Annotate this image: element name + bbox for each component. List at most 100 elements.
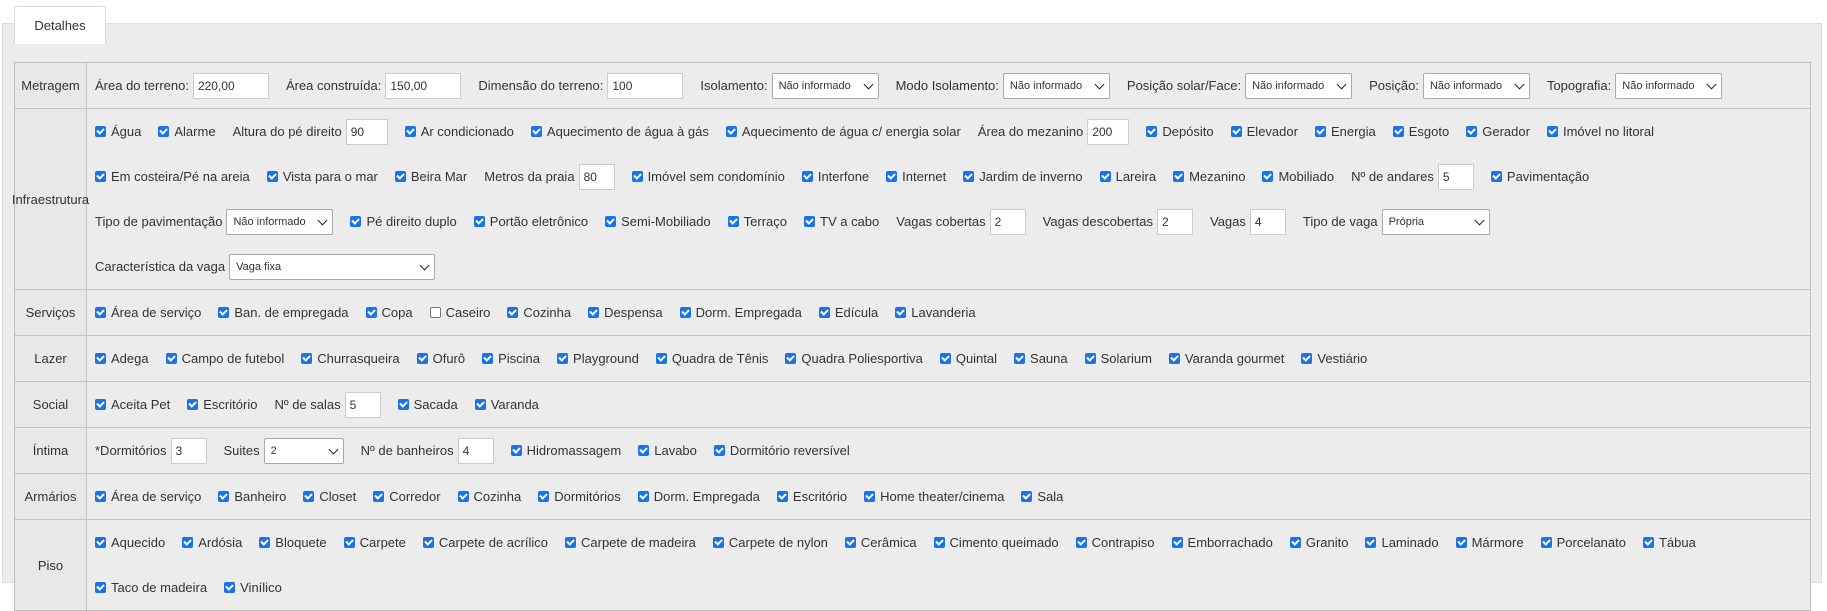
dimensao-do-terreno-input[interactable]: 100 bbox=[607, 72, 684, 99]
checkbox-laminado[interactable] bbox=[1365, 537, 1377, 548]
checkbox-quadra-poliesportiva[interactable] bbox=[785, 353, 797, 364]
checkbox-taco-de-madeira[interactable] bbox=[95, 582, 106, 593]
checkbox-emborrachado[interactable] bbox=[1171, 537, 1183, 548]
checkbox-cozinha[interactable] bbox=[507, 307, 519, 318]
checkbox-em-costeira-pe-na-areia[interactable] bbox=[95, 171, 106, 182]
checkbox-carpete-de-madeira[interactable] bbox=[565, 537, 576, 548]
modo-isolamento-select[interactable]: Não informado bbox=[1002, 72, 1110, 99]
posicao-select[interactable]: Não informado bbox=[1422, 72, 1530, 99]
checkbox-aquecimento-de-agua-a-gas[interactable] bbox=[530, 126, 542, 137]
n-de-salas-input[interactable]: 5 bbox=[344, 391, 381, 418]
checkbox-lavanderia[interactable] bbox=[895, 307, 907, 318]
checkbox-churrasqueira[interactable] bbox=[301, 353, 313, 364]
checkbox-ardosia[interactable] bbox=[182, 537, 194, 548]
altura-do-pe-direito-input[interactable]: 90 bbox=[345, 118, 388, 145]
checkbox-granito[interactable] bbox=[1289, 537, 1301, 548]
checkbox-aquecimento-de-agua-c-energia-solar[interactable] bbox=[725, 126, 737, 137]
checkbox-quadra-de-tenis[interactable] bbox=[655, 353, 667, 364]
checkbox-lavabo[interactable] bbox=[638, 445, 650, 456]
vagas-input[interactable]: 4 bbox=[1249, 208, 1286, 235]
checkbox-banheiro[interactable] bbox=[218, 491, 230, 502]
checkbox-alarme[interactable] bbox=[158, 126, 170, 137]
checkbox-escritorio[interactable] bbox=[187, 399, 199, 410]
checkbox-varanda[interactable] bbox=[474, 399, 486, 410]
checkbox-quintal[interactable] bbox=[939, 353, 951, 364]
tipo-de-pavimentacao-select[interactable]: Não informado bbox=[226, 208, 334, 235]
checkbox-carpete[interactable] bbox=[343, 537, 355, 548]
area-do-mezanino-input[interactable]: 200 bbox=[1087, 118, 1130, 145]
checkbox-tabua[interactable] bbox=[1642, 537, 1654, 548]
checkbox-despensa[interactable] bbox=[588, 307, 600, 318]
posicao-solar-face-select[interactable]: Não informado bbox=[1245, 72, 1353, 99]
checkbox-dorm-empregada[interactable] bbox=[637, 491, 649, 502]
checkbox-tv-a-cabo[interactable] bbox=[804, 216, 816, 227]
checkbox-mezanino[interactable] bbox=[1173, 171, 1185, 182]
checkbox-deposito[interactable] bbox=[1146, 126, 1158, 137]
checkbox-sala[interactable] bbox=[1021, 491, 1033, 502]
checkbox-marmore[interactable] bbox=[1455, 537, 1467, 548]
tipo-de-vaga-select[interactable]: Própria bbox=[1381, 208, 1490, 235]
vagas-descobertas-input[interactable]: 2 bbox=[1157, 208, 1193, 235]
suites-select[interactable]: 2 bbox=[263, 437, 344, 464]
area-do-terreno-input[interactable]: 220,00 bbox=[192, 72, 269, 99]
checkbox-edicula[interactable] bbox=[818, 307, 830, 318]
checkbox-vinilico[interactable] bbox=[224, 582, 236, 593]
dormitorios-input[interactable]: 3 bbox=[170, 437, 207, 464]
checkbox-campo-de-futebol[interactable] bbox=[165, 353, 177, 364]
checkbox-aceita-pet[interactable] bbox=[95, 399, 106, 410]
checkbox-dormitorios[interactable] bbox=[538, 491, 550, 502]
checkbox-solarium[interactable] bbox=[1084, 353, 1096, 364]
checkbox-vista-para-o-mar[interactable] bbox=[266, 171, 278, 182]
vagas-cobertas-input[interactable]: 2 bbox=[989, 208, 1026, 235]
checkbox-carpete-de-acrilico[interactable] bbox=[422, 537, 434, 548]
checkbox-dorm-empregada[interactable] bbox=[679, 307, 691, 318]
checkbox-ar-condicionado[interactable] bbox=[404, 126, 416, 137]
checkbox-imovel-no-litoral[interactable] bbox=[1546, 126, 1558, 137]
checkbox-piscina[interactable] bbox=[482, 353, 494, 364]
area-construida-input[interactable]: 150,00 bbox=[385, 72, 462, 99]
checkbox-terraco[interactable] bbox=[727, 216, 739, 227]
checkbox-aquecido[interactable] bbox=[95, 537, 106, 548]
checkbox-esgoto[interactable] bbox=[1392, 126, 1404, 137]
checkbox-ban-de-empregada[interactable] bbox=[218, 307, 230, 318]
checkbox-elevador[interactable] bbox=[1230, 126, 1242, 137]
checkbox-agua[interactable] bbox=[95, 126, 106, 137]
checkbox-pe-direito-duplo[interactable] bbox=[350, 216, 362, 227]
caracteristica-da-vaga-select[interactable]: Vaga fixa bbox=[229, 253, 436, 280]
checkbox-pavimentacao[interactable] bbox=[1490, 171, 1502, 182]
checkbox-semi-mobiliado[interactable] bbox=[605, 216, 617, 227]
checkbox-area-de-servico[interactable] bbox=[95, 491, 106, 502]
checkbox-hidromassagem[interactable] bbox=[510, 445, 522, 456]
checkbox-home-theater-cinema[interactable] bbox=[864, 491, 876, 502]
checkbox-mobiliado[interactable] bbox=[1262, 171, 1274, 182]
topografia-select[interactable]: Não informado bbox=[1615, 72, 1723, 99]
checkbox-porcelanato[interactable] bbox=[1540, 537, 1552, 548]
checkbox-dormitorio-reversivel[interactable] bbox=[713, 445, 725, 456]
isolamento-select[interactable]: Não informado bbox=[771, 72, 879, 99]
checkbox-varanda-gourmet[interactable] bbox=[1168, 353, 1180, 364]
checkbox-energia[interactable] bbox=[1314, 126, 1326, 137]
checkbox-gerador[interactable] bbox=[1466, 126, 1478, 137]
checkbox-internet[interactable] bbox=[886, 171, 898, 182]
checkbox-sacada[interactable] bbox=[397, 399, 409, 410]
checkbox-area-de-servico[interactable] bbox=[95, 307, 106, 318]
checkbox-contrapiso[interactable] bbox=[1075, 537, 1087, 548]
checkbox-portao-eletronico[interactable] bbox=[473, 216, 485, 227]
checkbox-escritorio[interactable] bbox=[776, 491, 788, 502]
checkbox-cozinha[interactable] bbox=[457, 491, 469, 502]
checkbox-corredor[interactable] bbox=[373, 491, 385, 502]
checkbox-beira-mar[interactable] bbox=[394, 171, 406, 182]
tab-detalhes[interactable]: Detalhes bbox=[14, 6, 106, 44]
checkbox-playground[interactable] bbox=[557, 353, 569, 364]
n-de-banheiros-input[interactable]: 4 bbox=[457, 437, 494, 464]
checkbox-interfone[interactable] bbox=[801, 171, 813, 182]
checkbox-carpete-de-nylon[interactable] bbox=[712, 537, 724, 548]
checkbox-lareira[interactable] bbox=[1099, 171, 1111, 182]
metros-da-praia-input[interactable]: 80 bbox=[578, 163, 615, 190]
checkbox-sauna[interactable] bbox=[1014, 353, 1026, 364]
checkbox-ceramica[interactable] bbox=[844, 537, 856, 548]
checkbox-adega[interactable] bbox=[95, 353, 106, 364]
checkbox-ofuro[interactable] bbox=[416, 353, 428, 364]
checkbox-copa[interactable] bbox=[365, 307, 377, 318]
checkbox-vestiario[interactable] bbox=[1301, 353, 1313, 364]
